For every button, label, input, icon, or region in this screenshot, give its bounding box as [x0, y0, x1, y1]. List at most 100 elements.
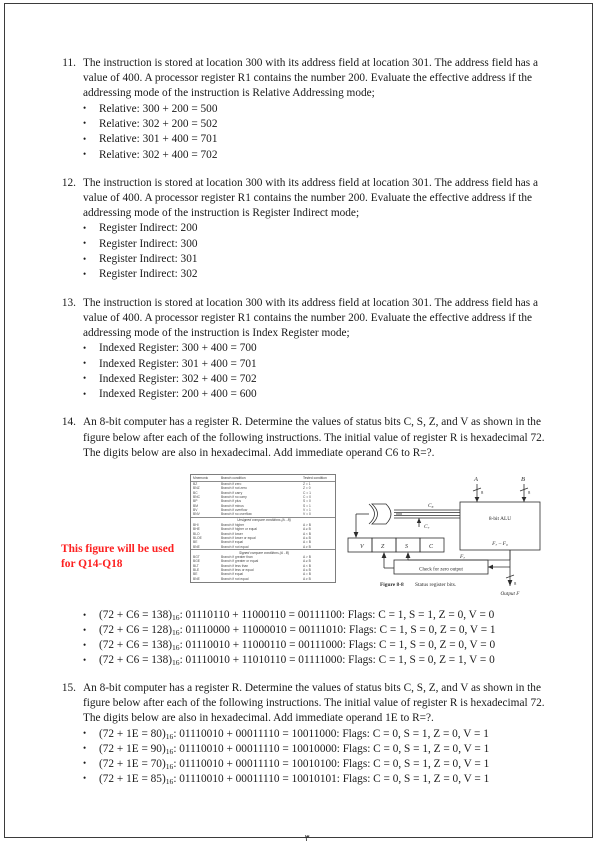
answer-list-15: (72 + 1E = 80)16: 01110010 + 00011110 = … [57, 726, 557, 787]
label-carry-c7: C₇ [424, 524, 430, 530]
list-item: (72 + 1E = 85)16: 01110010 + 00011110 = … [57, 771, 557, 787]
page-frame: 11. The instruction is stored at locatio… [4, 3, 593, 843]
hex-subscript: 16 [172, 613, 180, 623]
figure-area: This figure will be used for Q14-Q18 Mne… [57, 470, 557, 598]
list-item: (72 + 1E = 70)16: 01110010 + 00011110 = … [57, 756, 557, 772]
answer-list-14: (72 + C6 = 138)16: 01110110 + 11000110 =… [57, 608, 557, 668]
cell-condition: Branch if not equal [221, 576, 249, 581]
hex-sum: (72 + 1E = 85) [99, 772, 166, 785]
hex-subscript: 16 [172, 658, 180, 668]
branch-table-grid: Mnemonic Branch condition Tested conditi… [191, 476, 335, 581]
list-item: (72 + 1E = 90)16: 01110010 + 00011110 = … [57, 741, 557, 757]
table-row: BNE Branch if not equal A ≠ B [191, 577, 335, 581]
list-item: Register Indirect: 300 [57, 236, 557, 252]
hex-subscript: 16 [172, 628, 180, 638]
label-carry-c8: C₈ [428, 503, 434, 509]
binary-and-flags: : 01110010 + 11010110 = 01111000: Flags:… [179, 654, 495, 666]
hex-sum: (72 + C6 = 138) [99, 609, 172, 621]
list-item: Relative: 302 + 200 = 502 [57, 116, 557, 132]
cell-mnemonic: BNE [193, 576, 200, 581]
label-status-v: V [360, 544, 365, 550]
label-sign-line: F₇ [459, 554, 465, 560]
question-block-12: 12. The instruction is stored at locatio… [57, 176, 557, 283]
list-item: Indexed Register: 302 + 400 = 702 [57, 371, 557, 387]
label-bus-a-width: 8 [481, 490, 484, 495]
binary-and-flags: : 01110010 + 00011110 = 10010101: Flags:… [173, 772, 490, 785]
figure-usage-note: This figure will be used for Q14-Q18 [61, 543, 175, 570]
list-item: (72 + C6 = 138)16: 01110110 + 11000110 =… [57, 608, 557, 623]
question-text: An 8-bit computer has a register R. Dete… [83, 416, 545, 459]
document-content: 11. The instruction is stored at locatio… [57, 56, 557, 843]
question-text: An 8-bit computer has a register R. Dete… [83, 682, 545, 725]
label-output-f: Output F [501, 591, 521, 597]
label-output-bus-width: 8 [514, 581, 517, 586]
hex-subscript: 16 [165, 732, 174, 741]
status-bit-s [395, 537, 421, 553]
figure-caption-text: Status register bits. [415, 582, 456, 588]
hex-sum: (72 + 1E = 80) [99, 727, 166, 740]
list-item: Relative: 301 + 400 = 701 [57, 132, 557, 148]
answer-list: Relative: 300 + 200 = 500 Relative: 302 … [57, 101, 557, 163]
question-text: The instruction is stored at location 30… [83, 296, 539, 339]
question-text: The instruction is stored at location 30… [83, 176, 539, 220]
question-block-15: 15. An 8-bit computer has a register R. … [57, 681, 557, 787]
hex-sum: (72 + C6 = 138) [99, 639, 172, 651]
list-item: Relative: 302 + 400 = 702 [57, 147, 557, 163]
answer-list: Indexed Register: 300 + 400 = 700 Indexe… [57, 341, 557, 402]
label-alu: 8-bit ALU [489, 516, 511, 522]
question-number: 15. [61, 682, 76, 694]
label-status-c: C [429, 544, 434, 550]
binary-and-flags: : 01110010 + 11000110 = 00111000: Flags:… [179, 639, 496, 651]
question-number: 14. [61, 416, 76, 429]
label-input-a: A [473, 476, 478, 483]
list-item: (72 + C6 = 128)16: 01110000 + 11000010 =… [57, 623, 557, 638]
question-row: 11. The instruction is stored at locatio… [57, 56, 557, 102]
binary-and-flags: : 01110110 + 11000110 = 00111100: Flags:… [179, 609, 495, 621]
list-item: (72 + 1E = 80)16: 01110010 + 00011110 = … [57, 726, 557, 742]
question-number: 13. [61, 296, 76, 309]
label-bus-b-width: 8 [528, 490, 531, 495]
list-item: Relative: 300 + 200 = 500 [57, 101, 557, 117]
hex-subscript: 16 [172, 643, 180, 653]
question-row: 14. An 8-bit computer has a register R. … [57, 415, 557, 461]
label-status-z: Z [381, 544, 385, 550]
page-number: ٣ [304, 833, 310, 843]
question-number: 11. [62, 57, 76, 69]
binary-and-flags: : 01110010 + 00011110 = 10010000: Flags:… [173, 742, 490, 755]
label-status-s: S [405, 544, 408, 550]
question-block-14: 14. An 8-bit computer has a register R. … [57, 415, 557, 461]
hex-sum: (72 + C6 = 138) [99, 654, 172, 666]
list-item: Indexed Register: 300 + 400 = 700 [57, 341, 557, 357]
list-item: Register Indirect: 200 [57, 221, 557, 237]
list-item: Register Indirect: 302 [57, 267, 557, 283]
label-alu-output: F₇ – F₀ [491, 541, 508, 547]
binary-and-flags: : 01110010 + 00011110 = 10011000: Flags:… [173, 727, 489, 740]
list-item: Register Indirect: 301 [57, 251, 557, 267]
question-row: 15. An 8-bit computer has a register R. … [57, 681, 557, 727]
hex-sum: (72 + 1E = 70) [99, 757, 166, 770]
list-item: Indexed Register: 301 + 400 = 701 [57, 356, 557, 372]
question-row: 13. The instruction is stored at locatio… [57, 296, 557, 342]
hex-sum: (72 + 1E = 90) [99, 742, 166, 755]
hex-subscript: 16 [165, 762, 174, 771]
list-item: (72 + C6 = 138)16: 01110010 + 11010110 =… [57, 653, 557, 668]
label-zero-check: Check for zero output [419, 568, 463, 573]
label-input-b: B [521, 476, 525, 483]
binary-and-flags: : 01110000 + 11000010 = 00111010: Flags:… [179, 624, 496, 636]
cell-tested: A ≠ B [303, 576, 311, 581]
binary-and-flags: : 01110010 + 00011110 = 10010100: Flags:… [173, 757, 490, 770]
list-item: (72 + C6 = 138)16: 01110010 + 11000110 =… [57, 638, 557, 653]
alu-status-register-diagram: A B 8 8 8-bit ALU F₇ – F₀ C₈ C₇ V Z S C … [342, 470, 557, 598]
hex-subscript: 16 [165, 747, 174, 756]
list-item: Indexed Register: 200 + 400 = 600 [57, 387, 557, 403]
figure-caption-number: Figure 8-8 [380, 582, 404, 588]
question-block-13: 13. The instruction is stored at locatio… [57, 296, 557, 403]
hex-sum: (72 + C6 = 128) [99, 624, 172, 636]
question-row: 12. The instruction is stored at locatio… [57, 176, 557, 222]
answer-list: Register Indirect: 200 Register Indirect… [57, 221, 557, 282]
question-block-11: 11. The instruction is stored at locatio… [57, 56, 557, 163]
hex-subscript: 16 [165, 777, 174, 786]
branch-condition-table: Mnemonic Branch condition Tested conditi… [190, 474, 336, 584]
question-number: 12. [61, 176, 76, 189]
question-text: The instruction is stored at location 30… [83, 57, 539, 100]
